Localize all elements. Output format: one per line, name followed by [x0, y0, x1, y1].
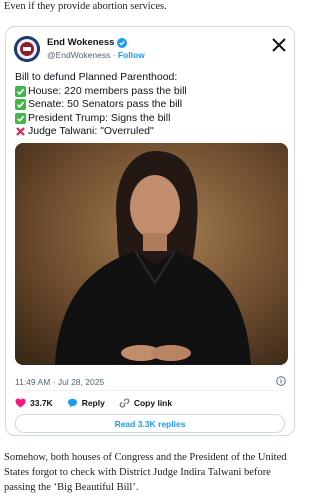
article-text-bottom: Somehow, both houses of Congress and the…	[4, 452, 287, 493]
copy-link-label: Copy link	[133, 398, 173, 408]
tweet-line-text: Senate: 50 Senators pass the bill	[28, 98, 183, 110]
tweet-actions: 33.7K Reply Copy link	[15, 398, 186, 408]
link-icon	[119, 398, 130, 408]
tweet-text: Bill to defund Planned Parenthood: House…	[15, 71, 286, 139]
check-mark-icon	[15, 112, 26, 124]
heart-icon	[15, 398, 26, 408]
tweet-line: Senate: 50 Senators pass the bill	[15, 98, 286, 112]
author-handle[interactable]: @EndWokeness	[47, 50, 110, 60]
divider	[15, 390, 285, 391]
like-button[interactable]: 33.7K	[15, 398, 53, 408]
author-name[interactable]: End Wokeness	[47, 37, 114, 48]
article-text-top: Even if they provide abortion services.	[4, 1, 167, 12]
tweet-line-text: President Trump: Signs the bill	[28, 111, 171, 124]
tweet-line: President Trump: Signs the bill	[15, 112, 286, 126]
tweet-photo[interactable]	[15, 143, 288, 365]
avatar[interactable]	[14, 36, 40, 62]
separator-dot: ·	[112, 50, 116, 60]
info-icon[interactable]	[276, 376, 286, 386]
read-replies-button[interactable]: Read 3.3K replies	[15, 414, 285, 433]
author-name-row[interactable]: End Wokeness	[47, 37, 128, 48]
copy-link-button[interactable]: Copy link	[119, 398, 172, 408]
check-mark-icon	[15, 99, 26, 111]
tweet-line-text: Judge Talwani: "Overruled"	[28, 125, 154, 137]
cross-mark-icon	[16, 127, 25, 137]
tweet-line: Bill to defund Planned Parenthood:	[15, 71, 286, 85]
reply-icon	[67, 398, 77, 408]
check-mark-icon	[15, 85, 26, 97]
like-count: 33.7K	[30, 398, 53, 408]
tweet-line-text: Bill to defund Planned Parenthood:	[15, 71, 178, 83]
x-logo-icon[interactable]	[272, 38, 286, 52]
follow-link[interactable]: Follow	[118, 50, 145, 60]
reply-label: Reply	[81, 398, 105, 408]
handle-row: @EndWokeness · Follow	[47, 50, 145, 60]
tweet-timestamp[interactable]: 11:49 AM · Jul 28, 2025	[15, 377, 104, 387]
tweet-line: Judge Talwani: "Overruled"	[15, 125, 286, 139]
verified-badge-icon	[117, 37, 128, 48]
reply-button[interactable]: Reply	[67, 398, 105, 408]
embedded-tweet[interactable]: End Wokeness @EndWokeness · Follow Bill …	[5, 26, 295, 436]
tweet-header: End Wokeness @EndWokeness · Follow	[14, 36, 286, 64]
tweet-line-text: House: 220 members pass the bill	[28, 84, 187, 97]
tweet-line: House: 220 members pass the bill	[15, 85, 286, 99]
